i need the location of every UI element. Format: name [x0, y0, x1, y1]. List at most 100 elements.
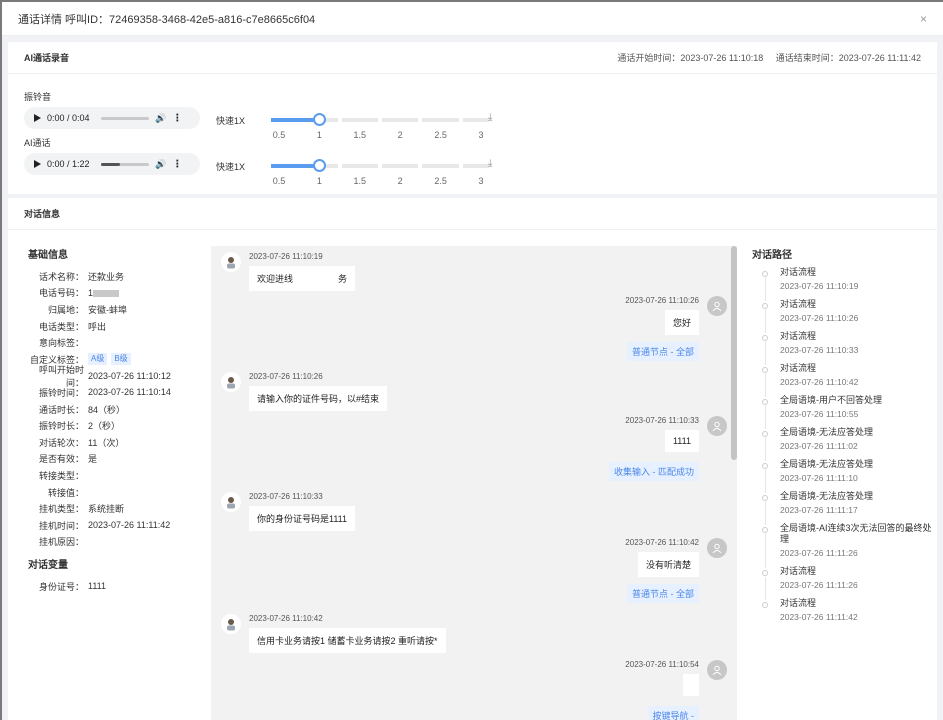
message-bubble: 没有听清楚	[637, 552, 699, 577]
speed-thumb[interactable]	[312, 113, 326, 126]
ring-speed-label: 快速1X	[216, 116, 246, 126]
timeline-dot	[762, 570, 768, 576]
path-item-name: 对话流程	[780, 598, 817, 608]
basic-info-value: 是	[88, 454, 98, 465]
volume-icon[interactable]: 🔊	[155, 159, 166, 170]
basic-info-value: 系统挂断	[88, 504, 125, 515]
dialog-var-row: 身份证号： 1111	[28, 578, 208, 595]
modal-title: 通话详情 呼叫ID：72469358-3468-42e5-a816-c7e866…	[18, 13, 316, 26]
ring-speed-slider[interactable]: 0.5 1 1.5 2 2.5 3	[271, 113, 491, 144]
path-item-name: 对话流程	[780, 363, 817, 373]
speed-tick-label: 2	[397, 176, 403, 186]
path-item-time: 2023-07-26 11:10:55	[780, 409, 859, 419]
basic-info-value: 安徽-蚌埠	[88, 304, 127, 315]
speed-tick-label: 1	[316, 176, 322, 186]
speed-tick-label: 0.5	[272, 176, 286, 186]
path-item-time: 2023-07-26 11:11:10	[780, 473, 858, 483]
basic-info-row: 挂机原因：	[28, 534, 208, 551]
path-item: 对话流程 2023-07-26 11:11:42	[752, 598, 932, 622]
timeline-line	[764, 406, 766, 429]
close-icon[interactable]: ×	[920, 12, 927, 26]
dialog-var-key: 身份证号：	[38, 581, 84, 592]
recording-card: AI通话录音 通话开始时间：2023-07-26 11:10:18 通话结束时间…	[8, 42, 937, 194]
bot-avatar-icon	[221, 252, 241, 272]
ring-audio-section: 振铃音 0:00 / 0:04 🔊 ⋮	[24, 90, 200, 129]
basic-info-value: 2023-07-26 11:11:42	[88, 520, 171, 531]
ring-download-icon[interactable]: ⤓	[488, 112, 492, 123]
path-item: 对话流程 2023-07-26 11:10:26	[752, 299, 932, 333]
path-item-time: 2023-07-26 11:11:42	[780, 612, 858, 622]
ai-audio-progress[interactable]	[101, 162, 149, 166]
path-item-name: 对话流程	[780, 299, 817, 309]
custom-tag: B级	[111, 353, 131, 366]
dialog-path: 对话路径 对话流程 2023-07-26 11:10:19 对话流程 2023-07-…	[752, 246, 932, 630]
message-timestamp: 2023-07-26 11:10:42	[249, 614, 323, 623]
path-item: 对话流程 2023-07-26 11:10:19	[752, 267, 932, 301]
basic-info-value: 2023-07-26 11:10:14	[88, 387, 171, 398]
ring-audio-label: 振铃音	[24, 92, 52, 102]
speed-thumb[interactable]	[312, 159, 326, 172]
basic-info-row: 振铃时间： 2023-07-26 11:10:14	[28, 384, 208, 401]
basic-info-row: 对话轮次： 11（次）	[28, 434, 208, 451]
speed-tick-label: 2	[397, 130, 403, 140]
message-timestamp: 2023-07-26 11:10:26	[625, 296, 699, 305]
basic-info-key: 是否有效：	[38, 454, 84, 465]
path-item-name: 全局语境-无法应答处理	[780, 427, 873, 437]
path-item-name: 对话流程	[780, 566, 817, 576]
timeline-line	[764, 438, 766, 461]
ai-speed-slider[interactable]: 0.5 1 1.5 2 2.5 3	[271, 159, 491, 190]
speed-step-gap	[458, 164, 463, 168]
basic-info-row: 是否有效： 是	[28, 451, 208, 468]
basic-info-key: 振铃时长：	[38, 421, 84, 432]
chat-transcript[interactable]: 2023-07-26 11:10:19 欢迎进线 务 2023-07-26 11:1…	[211, 246, 737, 720]
chat-scrollbar[interactable]	[731, 246, 737, 460]
basic-info-key: 呼叫开始时间：	[38, 364, 84, 388]
more-options-icon[interactable]: ⋮	[172, 159, 182, 170]
basic-info-value: 呼出	[88, 321, 107, 332]
user-avatar-icon	[707, 296, 727, 316]
message-timestamp: 2023-07-26 11:10:33	[249, 492, 323, 501]
message-bubble	[683, 674, 699, 696]
ai-speed-label: 快速1X	[216, 162, 246, 172]
more-options-icon[interactable]: ⋮	[172, 113, 182, 124]
path-item-name: 全局语境-无法应答处理	[780, 491, 873, 501]
path-item-time: 2023-07-26 11:10:42	[780, 377, 859, 387]
path-item-name: 全局语境-用户不回答处理	[780, 395, 882, 405]
basic-info-row: 通话时长： 84（秒）	[28, 401, 208, 418]
user-avatar-icon	[707, 660, 727, 680]
ai-download-icon[interactable]: ⤓	[488, 158, 492, 169]
play-icon[interactable]	[34, 114, 41, 122]
user-avatar-icon	[707, 416, 727, 436]
timeline-dot	[762, 463, 768, 469]
message-timestamp: 2023-07-26 11:10:42	[625, 538, 699, 547]
node-match-tag: 收集输入 - 匹配成功	[609, 462, 699, 481]
ai-audio-time: 0:00 / 1:22	[47, 159, 90, 169]
basic-info-key: 振铃时间：	[38, 387, 84, 398]
message-bubble: 信用卡业务请按1 储蓄卡业务请按2 重听请按*	[249, 628, 446, 653]
timeline-dot	[762, 271, 768, 277]
timeline-dot	[762, 367, 768, 373]
recording-title: AI通话录音	[24, 53, 70, 63]
basic-info-key: 转接类型：	[38, 470, 84, 481]
basic-info-row: 电话类型： 呼出	[28, 318, 208, 335]
ring-audio-progress[interactable]	[101, 116, 149, 120]
message-bubble: 欢迎进线 务	[249, 266, 356, 291]
timeline-dot	[762, 399, 768, 405]
basic-info-row: 转接类型：	[28, 467, 208, 484]
path-item-time: 2023-07-26 11:10:26	[780, 313, 859, 323]
ai-audio-label: AI通话	[24, 138, 51, 148]
volume-icon[interactable]: 🔊	[155, 113, 166, 124]
basic-info-row: 转接值：	[28, 484, 208, 501]
bot-avatar-icon	[221, 492, 241, 512]
speed-step-gap	[378, 118, 382, 122]
play-icon[interactable]	[34, 160, 41, 168]
path-item: 对话流程 2023-07-26 11:10:42	[752, 363, 932, 397]
basic-info-key: 转接值：	[47, 487, 84, 498]
node-match-tag: 普通节点 - 全部	[627, 342, 699, 361]
basic-info: 基础信息 话术名称： 还款业务 电话号码： 1 归属地： 安徽-蚌埠 电话类型： 呼出 意向标签…	[28, 246, 208, 595]
speed-step-gap	[418, 164, 423, 168]
path-item-name: 对话流程	[780, 331, 817, 341]
dialog-var-value: 1111	[88, 581, 107, 592]
bot-avatar-icon	[221, 372, 241, 392]
speed-step-gap	[418, 118, 423, 122]
